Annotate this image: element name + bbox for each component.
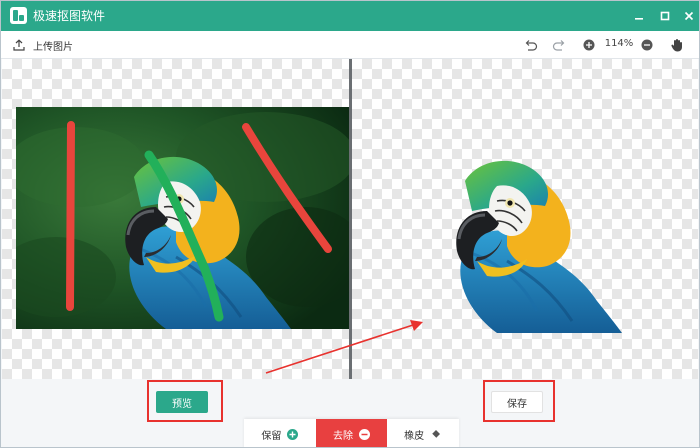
undo-icon	[525, 40, 538, 51]
upload-label: 上传图片	[33, 41, 73, 53]
save-highlight-box	[483, 380, 555, 422]
original-canvas[interactable]	[2, 59, 349, 379]
close-icon	[684, 11, 694, 21]
redo-button[interactable]	[551, 37, 567, 53]
result-canvas[interactable]	[352, 59, 698, 379]
parrot-cutout-image	[454, 159, 624, 335]
zoom-out-button[interactable]	[639, 37, 655, 53]
preview-highlight-box	[147, 380, 223, 422]
upload-icon	[13, 39, 25, 51]
eraser-tool-button[interactable]: 橡皮	[387, 419, 459, 447]
undo-button[interactable]	[523, 37, 539, 53]
title-bar: 极速抠图软件	[1, 1, 699, 31]
upload-image-button[interactable]: 上传图片	[13, 37, 73, 53]
brush-tool-bar: 保留 去除 橡皮	[244, 419, 459, 447]
minimize-button[interactable]	[629, 6, 649, 26]
plus-circle-icon	[287, 428, 299, 440]
close-button[interactable]	[679, 6, 699, 26]
keep-tool-button[interactable]: 保留	[244, 419, 316, 447]
canvas-area[interactable]	[2, 59, 698, 379]
zoom-out-icon	[641, 39, 653, 51]
eraser-icon	[431, 430, 441, 439]
toolbar: 上传图片 114%	[1, 31, 699, 59]
app-window: 极速抠图软件 上传图片 114% 预览 保存 保留 去除 橡皮	[0, 0, 700, 448]
zoom-in-icon	[583, 39, 595, 51]
minimize-icon	[635, 18, 643, 20]
original-photo[interactable]	[16, 107, 349, 329]
app-logo-icon	[10, 7, 27, 24]
maximize-icon	[660, 11, 670, 21]
minus-circle-icon	[359, 428, 370, 440]
redo-icon	[552, 40, 565, 51]
hand-icon	[671, 39, 682, 52]
parrot-photo-image	[16, 107, 349, 329]
maximize-button[interactable]	[655, 6, 675, 26]
zoom-level: 114%	[604, 38, 634, 49]
keep-tool-label: 保留	[261, 430, 282, 442]
hand-tool-button[interactable]	[669, 37, 685, 53]
app-title: 极速抠图软件	[33, 9, 106, 23]
cutout-result	[442, 137, 642, 335]
eraser-tool-label: 橡皮	[404, 430, 425, 442]
zoom-in-button[interactable]	[581, 37, 597, 53]
remove-tool-button[interactable]: 去除	[315, 419, 388, 447]
remove-tool-label: 去除	[333, 430, 353, 442]
